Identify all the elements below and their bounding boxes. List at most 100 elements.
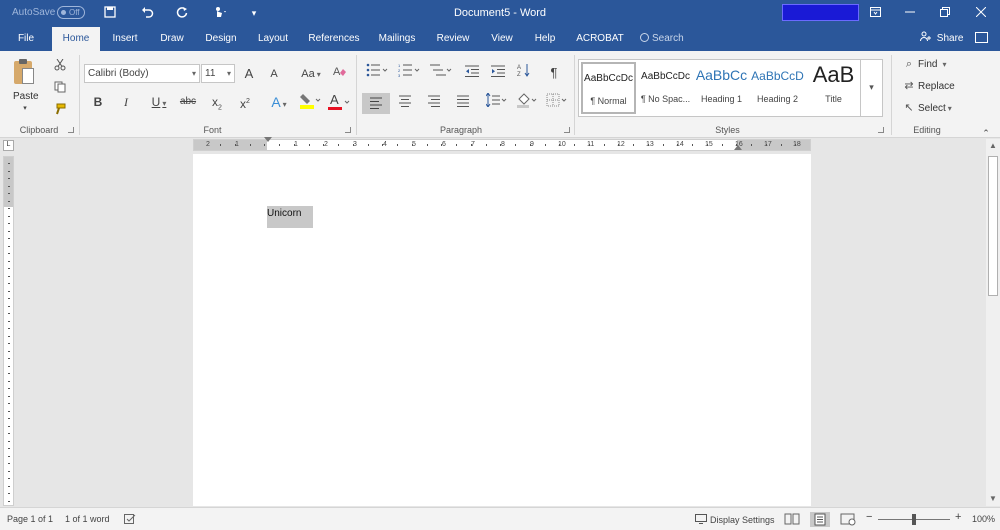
tab-mailings[interactable]: Mailings [372, 27, 422, 51]
copy-icon[interactable] [50, 79, 70, 99]
account-box[interactable] [782, 4, 859, 21]
change-case-button[interactable]: Aa [296, 64, 326, 84]
print-layout-icon[interactable] [810, 512, 830, 527]
decrease-indent-icon[interactable] [462, 63, 482, 83]
show-formatting-button[interactable]: ¶ [544, 63, 564, 83]
styles-launcher-icon[interactable] [878, 127, 884, 133]
read-mode-icon[interactable] [782, 512, 802, 527]
replace-button[interactable]: ⇄ Replace [902, 77, 954, 95]
shading-button[interactable] [514, 93, 540, 113]
zoom-level[interactable]: 100% [972, 514, 995, 524]
zoom-out-button[interactable]: − [866, 511, 872, 523]
bullets-button[interactable] [364, 63, 392, 83]
horizontal-ruler[interactable]: 2 1 1 2 3 4 5 6 7 8 9 10 11 12 13 14 15 … [193, 137, 811, 151]
paste-dropdown-icon[interactable]: ▾ [20, 104, 30, 114]
tab-review[interactable]: Review [430, 27, 476, 51]
shrink-font-button[interactable]: A [265, 64, 283, 84]
first-line-indent-marker[interactable] [264, 137, 272, 142]
vertical-scrollbar[interactable]: ▲ ▼ [986, 139, 1000, 506]
strikethrough-button[interactable]: abc [177, 92, 199, 112]
minimize-icon[interactable] [895, 2, 925, 24]
ruler-tick [765, 144, 767, 146]
display-settings-button[interactable]: Display Settings [695, 514, 775, 525]
style-title[interactable]: AaB Title [806, 62, 861, 114]
subscript-button[interactable]: x2 [206, 92, 228, 112]
document-text[interactable]: Unicorn [267, 206, 313, 228]
page-count[interactable]: Page 1 of 1 [7, 514, 53, 524]
line-spacing-button[interactable] [484, 92, 510, 113]
grow-font-button[interactable]: A [240, 64, 258, 84]
word-count[interactable]: 1 of 1 word [65, 514, 110, 524]
format-painter-icon[interactable] [50, 101, 70, 121]
scroll-down-icon[interactable]: ▼ [986, 492, 1000, 506]
tab-view[interactable]: View [484, 27, 520, 51]
multilevel-list-button[interactable] [428, 63, 456, 83]
font-name-select[interactable]: Calibri (Body) [84, 64, 200, 83]
comments-icon[interactable] [975, 32, 988, 43]
ribbon-display-icon[interactable] [860, 2, 890, 24]
share-button[interactable]: Share [920, 27, 963, 51]
display-settings-label: Display Settings [710, 515, 775, 525]
tab-draw[interactable]: Draw [152, 27, 192, 51]
scroll-thumb[interactable] [988, 156, 998, 296]
zoom-in-button[interactable]: + [955, 511, 961, 523]
justify-button[interactable] [452, 93, 474, 113]
styles-more-icon[interactable]: ▾ [860, 59, 882, 117]
tab-acrobat[interactable]: ACROBAT [572, 27, 628, 51]
cut-icon[interactable] [50, 57, 70, 77]
tab-home[interactable]: Home [52, 27, 100, 51]
tab-help[interactable]: Help [528, 27, 562, 51]
right-indent-marker[interactable] [734, 145, 742, 150]
proofing-icon[interactable] [124, 514, 136, 527]
style-name: Title [825, 94, 842, 104]
editing-group-label: Editing [913, 125, 941, 135]
paragraph-launcher-icon[interactable] [564, 127, 570, 133]
ruler-tick [706, 144, 708, 146]
tab-layout[interactable]: Layout [250, 27, 296, 51]
tab-design[interactable]: Design [198, 27, 244, 51]
ruler-tick [8, 395, 10, 397]
ruler-left-margin [194, 140, 267, 150]
align-right-button[interactable] [423, 93, 445, 113]
tell-me-search[interactable]: Search [640, 27, 684, 51]
style-no-spacing[interactable]: AaBbCcDc ¶ No Spac... [638, 62, 693, 114]
clear-formatting-icon[interactable]: A [330, 64, 348, 84]
numbering-button[interactable]: 123 [396, 63, 424, 83]
document-page[interactable]: Unicorn [193, 154, 811, 506]
close-icon[interactable] [966, 2, 996, 24]
scroll-up-icon[interactable]: ▲ [986, 139, 1000, 153]
style-heading-1[interactable]: AaBbCc Heading 1 [694, 62, 749, 114]
italic-button[interactable]: I [116, 92, 136, 112]
tab-selector[interactable]: L [3, 140, 14, 151]
font-color-button[interactable]: A [326, 92, 354, 112]
font-size-select[interactable]: 11 [201, 64, 235, 83]
style-normal[interactable]: AaBbCcDc ¶ Normal [581, 62, 636, 114]
style-heading-2[interactable]: AaBbCcD Heading 2 [750, 62, 805, 114]
vertical-ruler[interactable] [3, 156, 14, 506]
sort-icon[interactable]: AZ [514, 63, 534, 83]
tab-file[interactable]: File [7, 27, 45, 51]
align-center-button[interactable] [394, 93, 416, 113]
paste-button[interactable]: Paste [13, 91, 39, 102]
web-layout-icon[interactable] [838, 512, 858, 527]
font-launcher-icon[interactable] [345, 127, 351, 133]
find-button[interactable]: ⌕ Find ▾ [902, 55, 947, 73]
ruler-tick [8, 365, 10, 367]
text-effects-button[interactable]: A [266, 92, 292, 112]
paste-icon[interactable] [12, 59, 36, 87]
borders-button[interactable] [544, 93, 570, 113]
select-button[interactable]: ↖ Select ▾ [902, 99, 951, 117]
clipboard-launcher-icon[interactable] [68, 127, 74, 133]
restore-icon[interactable] [930, 2, 960, 24]
align-left-button[interactable] [362, 93, 390, 114]
divider [356, 55, 357, 135]
bold-button[interactable]: B [88, 92, 108, 112]
underline-button[interactable]: U [145, 92, 173, 112]
superscript-button[interactable]: x2 [234, 92, 256, 112]
highlight-color-button[interactable] [296, 92, 324, 112]
ruler-tick [220, 144, 221, 146]
tab-references[interactable]: References [302, 27, 366, 51]
zoom-slider-thumb[interactable] [912, 514, 916, 525]
tab-insert[interactable]: Insert [104, 27, 146, 51]
increase-indent-icon[interactable] [488, 63, 508, 83]
